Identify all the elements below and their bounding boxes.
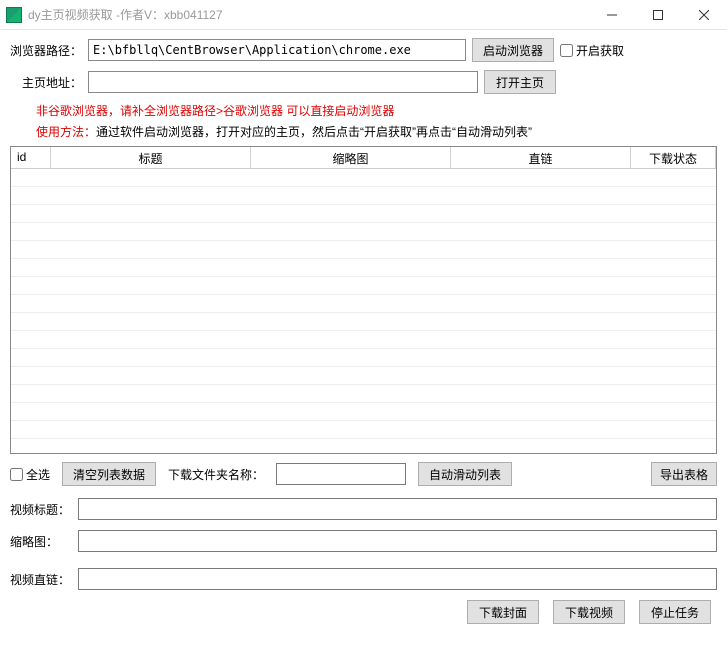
close-button[interactable]: [681, 0, 727, 30]
homepage-input[interactable]: [88, 71, 478, 93]
thumbnail-input[interactable]: [78, 530, 717, 552]
select-all-label: 全选: [26, 466, 50, 483]
table-row[interactable]: [11, 259, 716, 277]
direct-link-label: 视频直链：: [10, 571, 72, 588]
maximize-button[interactable]: [635, 0, 681, 30]
direct-link-input[interactable]: [78, 568, 717, 590]
browser-note: 非谷歌浏览器，请补全浏览器路径>谷歌浏览器 可以直接启动浏览器: [36, 104, 394, 118]
video-title-label: 视频标题：: [10, 501, 72, 518]
direct-link-row: 视频直链：: [10, 568, 717, 590]
action-buttons: 下载封面 下载视频 停止任务: [10, 600, 717, 624]
enable-capture-label: 开启获取: [576, 42, 624, 59]
titlebar: dy主页视频获取 -作者V：xbb041127: [0, 0, 727, 30]
folder-name-input[interactable]: [276, 463, 406, 485]
table-row[interactable]: [11, 439, 716, 453]
auto-scroll-button[interactable]: 自动滑动列表: [418, 462, 512, 486]
table-row[interactable]: [11, 295, 716, 313]
video-table: id 标题 缩略图 直链 下载状态: [10, 146, 717, 454]
table-body[interactable]: [11, 169, 716, 453]
col-link[interactable]: 直链: [451, 147, 631, 168]
window-title: dy主页视频获取 -作者V：xbb041127: [28, 6, 589, 23]
table-row[interactable]: [11, 223, 716, 241]
minimize-button[interactable]: [589, 0, 635, 30]
video-title-input[interactable]: [78, 498, 717, 520]
table-header: id 标题 缩略图 直链 下载状态: [11, 147, 716, 169]
homepage-row: 主页地址： 打开主页: [10, 70, 717, 94]
note-row: 非谷歌浏览器，请补全浏览器路径>谷歌浏览器 可以直接启动浏览器: [10, 102, 717, 119]
clear-list-button[interactable]: 清空列表数据: [62, 462, 156, 486]
usage-text: 通过软件启动浏览器，打开对应的主页，然后点击“开启获取”再点击“自动滑动列表”: [96, 125, 532, 139]
browser-path-row: 浏览器路径： 启动浏览器 开启获取: [10, 38, 717, 62]
table-row[interactable]: [11, 403, 716, 421]
table-row[interactable]: [11, 349, 716, 367]
table-row[interactable]: [11, 367, 716, 385]
thumbnail-label: 缩略图：: [10, 533, 72, 550]
window-controls: [589, 0, 727, 30]
usage-row: 使用方法：通过软件启动浏览器，打开对应的主页，然后点击“开启获取”再点击“自动滑…: [10, 123, 717, 140]
table-row[interactable]: [11, 421, 716, 439]
table-row[interactable]: [11, 331, 716, 349]
col-id[interactable]: id: [11, 147, 51, 168]
open-homepage-button[interactable]: 打开主页: [484, 70, 556, 94]
browser-path-label: 浏览器路径：: [10, 42, 82, 59]
col-status[interactable]: 下载状态: [631, 147, 716, 168]
enable-capture-checkbox[interactable]: 开启获取: [560, 42, 624, 59]
enable-capture-input[interactable]: [560, 44, 573, 57]
main-content: 浏览器路径： 启动浏览器 开启获取 主页地址： 打开主页 非谷歌浏览器，请补全浏…: [0, 30, 727, 630]
homepage-label: 主页地址：: [22, 74, 82, 91]
col-title[interactable]: 标题: [51, 147, 251, 168]
table-row[interactable]: [11, 169, 716, 187]
table-row[interactable]: [11, 385, 716, 403]
app-icon: [6, 7, 22, 23]
col-thumb[interactable]: 缩略图: [251, 147, 451, 168]
download-video-button[interactable]: 下载视频: [553, 600, 625, 624]
table-row[interactable]: [11, 241, 716, 259]
launch-browser-button[interactable]: 启动浏览器: [472, 38, 554, 62]
list-controls: 全选 清空列表数据 下载文件夹名称： 自动滑动列表 导出表格: [10, 462, 717, 486]
thumbnail-row: 缩略图：: [10, 530, 717, 552]
select-all-input[interactable]: [10, 468, 23, 481]
select-all-checkbox[interactable]: 全选: [10, 466, 50, 483]
browser-path-input[interactable]: [88, 39, 466, 61]
table-row[interactable]: [11, 313, 716, 331]
export-table-button[interactable]: 导出表格: [651, 462, 717, 486]
video-title-row: 视频标题：: [10, 498, 717, 520]
folder-label: 下载文件夹名称：: [168, 466, 264, 483]
table-row[interactable]: [11, 205, 716, 223]
table-row[interactable]: [11, 187, 716, 205]
download-cover-button[interactable]: 下载封面: [467, 600, 539, 624]
table-row[interactable]: [11, 277, 716, 295]
stop-task-button[interactable]: 停止任务: [639, 600, 711, 624]
usage-label: 使用方法：: [36, 125, 96, 139]
